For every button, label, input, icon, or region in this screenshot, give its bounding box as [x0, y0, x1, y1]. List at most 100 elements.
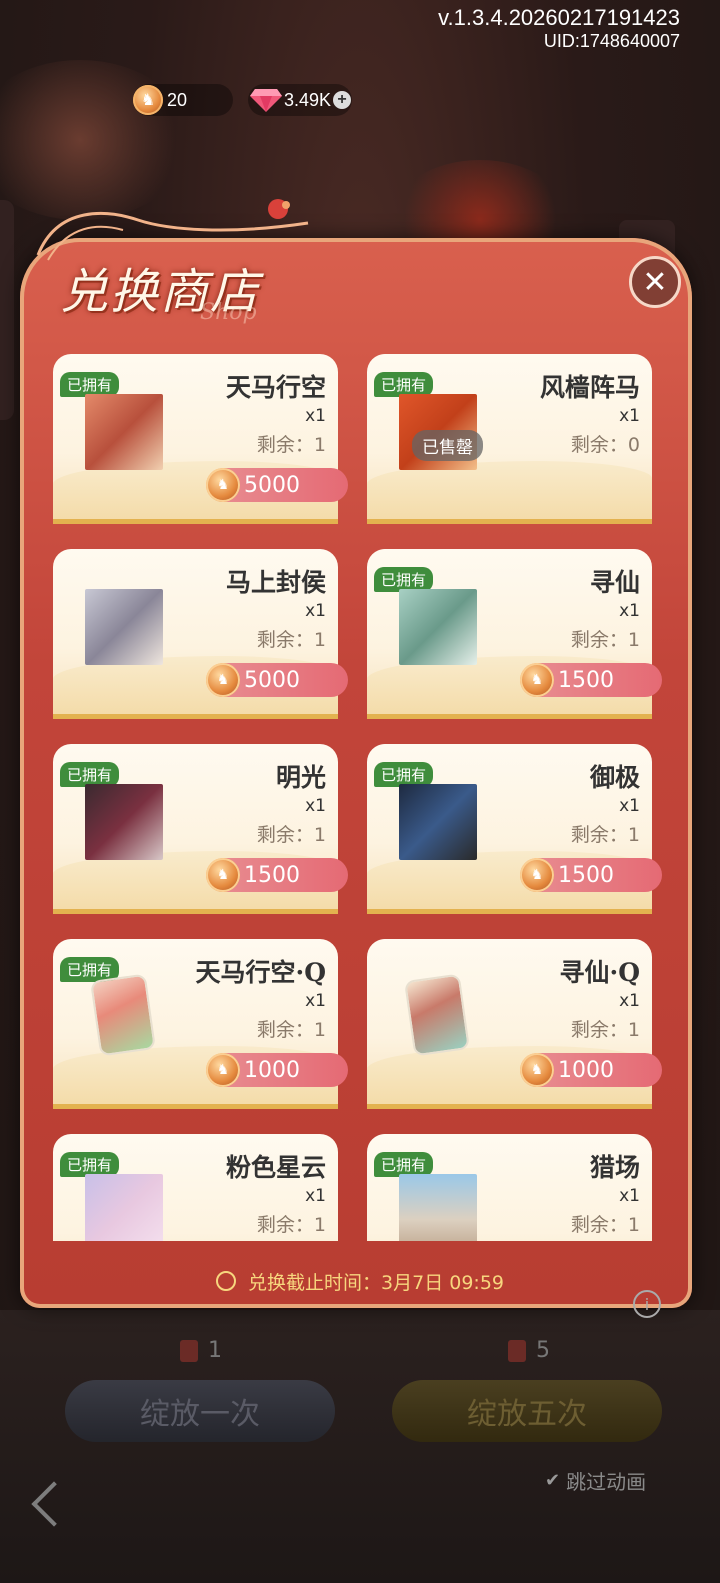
- shop-item-card[interactable]: 已拥有 明光 x1 剩余：1 ♞ 1500: [53, 744, 348, 914]
- ticket-icon: [180, 1339, 198, 1362]
- version-text: v.1.3.4.20260217191423: [438, 5, 680, 30]
- gem-amount: 3.49K: [284, 89, 332, 110]
- price-button[interactable]: ♞ 5000: [206, 663, 348, 697]
- price-value: 5000: [244, 472, 300, 498]
- side-edge: [0, 200, 14, 420]
- item-thumbnail: [85, 784, 163, 860]
- token-coin-icon: ♞: [520, 663, 554, 697]
- shop-title-script: Shop: [200, 300, 257, 325]
- gem-counter[interactable]: 3.49K +: [248, 84, 352, 116]
- ticket-icon: [508, 1339, 526, 1362]
- close-icon: ✕: [642, 264, 668, 300]
- item-thumbnail: [85, 394, 163, 470]
- price-value: 1500: [558, 862, 614, 888]
- check-icon: ✔: [545, 1470, 561, 1491]
- skip-label: 跳过动画: [566, 1470, 647, 1494]
- price-button[interactable]: ♞ 1500: [206, 858, 348, 892]
- shop-item-card[interactable]: 寻仙·Q x1 剩余：1 ♞ 1000: [367, 939, 662, 1109]
- item-quantity: x1: [619, 1186, 640, 1206]
- token-coin-icon: ♞: [520, 1053, 554, 1087]
- shop-item-grid[interactable]: 已拥有 天马行空 x1 剩余：1 ♞ 5000 已拥有 已售罄 风樯阵马 x1 …: [45, 348, 675, 1241]
- price-value: 1500: [244, 862, 300, 888]
- item-name: 风樯阵马: [539, 373, 640, 402]
- price-button[interactable]: ♞ 1000: [206, 1053, 348, 1087]
- item-quantity: x1: [619, 601, 640, 621]
- item-thumbnail: [85, 1174, 163, 1241]
- item-thumbnail: [403, 973, 471, 1057]
- item-name: 寻仙: [589, 568, 640, 597]
- item-quantity: x1: [619, 991, 640, 1011]
- version-info: v.1.3.4.20260217191423 UID:1748640007: [438, 6, 680, 52]
- price-value: 1000: [244, 1057, 300, 1083]
- item-name: 御极: [589, 763, 640, 792]
- ticket-count-once: 1: [180, 1338, 222, 1363]
- bloom-five-button[interactable]: 绽放五次: [392, 1380, 662, 1442]
- item-remaining: 剩余：1: [256, 434, 326, 456]
- item-name: 猎场: [589, 1153, 640, 1182]
- bloom-once-button[interactable]: 绽放一次: [65, 1380, 335, 1442]
- price-button[interactable]: ♞ 5000: [206, 468, 348, 502]
- price-value: 5000: [244, 667, 300, 693]
- shop-item-card[interactable]: 已拥有 天马行空 x1 剩余：1 ♞ 5000: [53, 354, 348, 524]
- sold-out-badge: 已售罄: [412, 430, 483, 461]
- clock-icon: [215, 1271, 236, 1291]
- item-remaining: 剩余：1: [570, 629, 640, 651]
- item-quantity: x1: [305, 991, 326, 1011]
- shop-item-card[interactable]: 已拥有 御极 x1 剩余：1 ♞ 1500: [367, 744, 662, 914]
- shop-item-card[interactable]: 已拥有 猎场 x1 剩余：1: [367, 1134, 652, 1241]
- item-quantity: x1: [305, 406, 326, 426]
- deadline-text: 兑换截止时间：3月7日 09:59: [248, 1272, 505, 1294]
- item-thumbnail: [399, 784, 477, 860]
- price-value: 1000: [558, 1057, 614, 1083]
- item-quantity: x1: [305, 796, 326, 816]
- item-quantity: x1: [305, 1186, 326, 1206]
- item-quantity: x1: [619, 406, 640, 426]
- background-lower: [0, 1310, 720, 1583]
- token-counter: ♞ 20: [133, 84, 233, 116]
- item-name: 粉色星云: [225, 1153, 326, 1182]
- shop-item-card[interactable]: 已拥有 天马行空·Q x1 剩余：1 ♞ 1000: [53, 939, 348, 1109]
- ticket-count-five: 5: [508, 1338, 550, 1363]
- price-button[interactable]: ♞ 1500: [520, 858, 662, 892]
- close-button[interactable]: ✕: [629, 256, 681, 308]
- token-coin-icon: ♞: [206, 663, 240, 697]
- item-thumbnail: [85, 589, 163, 665]
- ticket-once-value: 1: [208, 1338, 222, 1363]
- shop-item-card[interactable]: 已拥有 粉色星云 x1 剩余：1: [53, 1134, 338, 1241]
- item-remaining: 剩余：1: [570, 1019, 640, 1041]
- token-coin-icon: ♞: [206, 1053, 240, 1087]
- item-name: 天马行空·Q: [195, 958, 326, 987]
- skip-animation-toggle[interactable]: ✔ 跳过动画: [545, 1466, 646, 1495]
- shop-item-card[interactable]: 马上封侯 x1 剩余：1 ♞ 5000: [53, 549, 348, 719]
- item-remaining: 剩余：1: [256, 1214, 326, 1236]
- info-icon[interactable]: i: [633, 1290, 661, 1318]
- plus-icon[interactable]: +: [333, 91, 352, 109]
- item-remaining: 剩余：1: [256, 629, 326, 651]
- token-coin-icon: ♞: [133, 85, 163, 115]
- gem-icon: [248, 86, 284, 114]
- price-value: 1500: [558, 667, 614, 693]
- item-remaining: 剩余：0: [570, 434, 640, 456]
- item-name: 天马行空: [225, 373, 326, 402]
- price-button[interactable]: ♞ 1000: [520, 1053, 662, 1087]
- item-name: 寻仙·Q: [559, 958, 640, 987]
- shop-item-card[interactable]: 已拥有 已售罄 风樯阵马 x1 剩余：0: [367, 354, 652, 524]
- item-remaining: 剩余：1: [570, 1214, 640, 1236]
- item-remaining: 剩余：1: [256, 824, 326, 846]
- item-remaining: 剩余：1: [256, 1019, 326, 1041]
- price-button[interactable]: ♞ 1500: [520, 663, 662, 697]
- ticket-five-value: 5: [536, 1338, 550, 1363]
- item-quantity: x1: [305, 601, 326, 621]
- shop-item-card[interactable]: 已拥有 寻仙 x1 剩余：1 ♞ 1500: [367, 549, 662, 719]
- uid-text: UID:1748640007: [543, 31, 680, 51]
- item-thumbnail: [399, 1174, 477, 1241]
- token-amount: 20: [167, 89, 188, 110]
- token-coin-icon: ♞: [520, 858, 554, 892]
- item-quantity: x1: [619, 796, 640, 816]
- item-name: 马上封侯: [225, 568, 326, 597]
- exchange-deadline: 兑换截止时间：3月7日 09:59: [0, 1268, 720, 1295]
- item-thumbnail: [89, 973, 157, 1057]
- token-coin-icon: ♞: [206, 858, 240, 892]
- token-coin-icon: ♞: [206, 468, 240, 502]
- item-thumbnail: [399, 589, 477, 665]
